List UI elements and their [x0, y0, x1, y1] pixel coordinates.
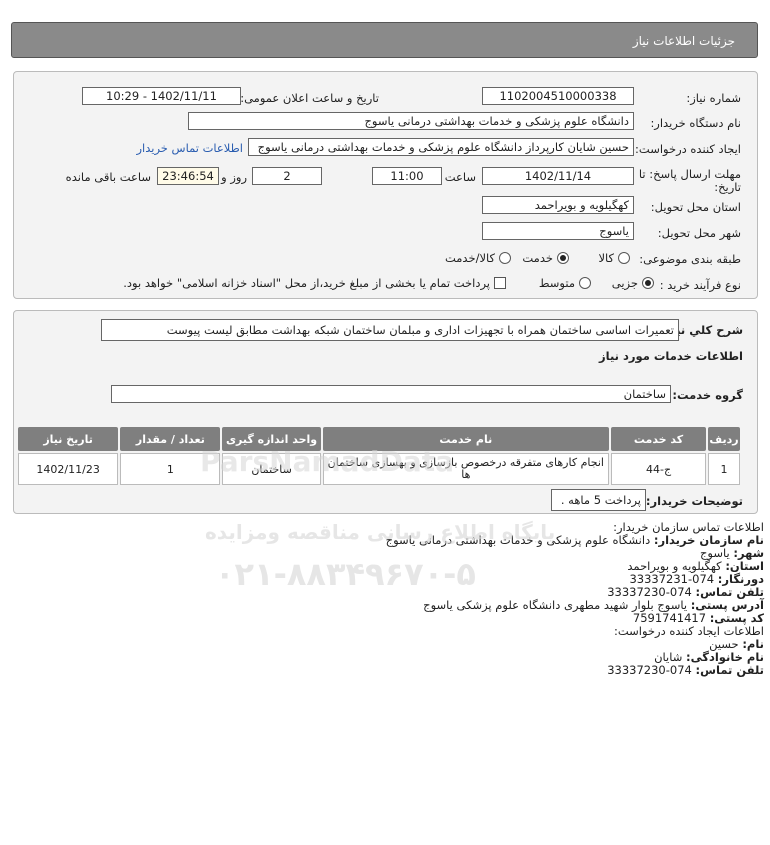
page-header: جزئیات اطلاعات نیاز [11, 22, 758, 58]
col-code: کد خدمت [610, 427, 707, 451]
announce-field: 1402/11/11 - 10:29 [82, 87, 241, 105]
payment-note: پرداخت تمام یا بخشی از مبلغ خرید،از محل … [123, 276, 490, 290]
category-option-goods-service: کالا/خدمت [444, 251, 495, 265]
need-number-label: شماره نیاز: [686, 91, 741, 105]
creator-label: ایجاد کننده درخواست: [635, 142, 741, 156]
deadline-time-field: 11:00 [372, 167, 442, 185]
deadline-date-label: تاریخ: [714, 180, 741, 194]
buyer-notes-label: توضیحات خریدار: [645, 494, 743, 508]
summary-field: تعمیرات اساسی ساختمان همراه با تجهیزات ا… [101, 319, 679, 341]
deadline-label: مهلت ارسال پاسخ: تا [638, 167, 741, 181]
watermark-phone: ۰۲۱-۸۸۳۴۹۶۷۰-۵ [215, 555, 476, 593]
category-radio-goods[interactable] [618, 252, 630, 264]
creator-phone: تلفن تماس: 074-33337230 [607, 663, 764, 677]
remaining-label: ساعت باقی مانده [65, 170, 151, 184]
need-number-field: 1102004510000338 [482, 87, 634, 105]
process-radio-medium[interactable] [579, 277, 591, 289]
service-group-label: گروه خدمت: [672, 388, 743, 402]
process-option-medium: متوسط [538, 276, 575, 290]
days-label: روز و [221, 170, 247, 184]
process-label: نوع فرآیند خرید : [659, 278, 741, 292]
cell-row: 1 [708, 453, 740, 485]
process-option-minor: جزیی [611, 276, 638, 290]
city-label: شهر محل تحویل: [657, 226, 741, 240]
buyer-org-field: دانشگاه علوم پزشکی و خدمات بهداشتی درمان… [188, 112, 634, 130]
category-radio-service[interactable] [557, 252, 569, 264]
province-field: کهگیلویه و بویراحمد [482, 196, 634, 214]
category-label: طبقه بندی موضوعی: [639, 252, 741, 266]
col-row: ردیف [708, 427, 740, 451]
col-date: تاریخ نیاز [18, 427, 119, 451]
buyer-org-label: نام دستگاه خریدار: [650, 116, 741, 130]
treasury-checkbox[interactable] [494, 277, 506, 289]
services-title: اطلاعات خدمات مورد نیاز [599, 349, 743, 363]
province-label: استان محل تحویل: [650, 200, 741, 214]
deadline-date-field: 1402/11/14 [482, 167, 634, 185]
city-field: یاسوج [482, 222, 634, 240]
cell-code: ج-44 [610, 453, 707, 485]
buyer-contact-link[interactable]: اطلاعات تماس خریدار [136, 141, 243, 155]
page-title: جزئیات اطلاعات نیاز [632, 34, 735, 48]
category-option-service: خدمت [522, 251, 553, 265]
category-radio-goods-service[interactable] [499, 252, 511, 264]
process-radio-minor[interactable] [642, 277, 654, 289]
creator-field: حسین شایان کارپرداز دانشگاه علوم پزشکی و… [248, 138, 634, 156]
watermark-title: پایگاه اطلاع رسانی مناقصه ومزایده [205, 520, 556, 544]
time-label: ساعت [444, 170, 476, 184]
watermark-brand: ParsNamadData [200, 445, 454, 478]
announce-label: تاریخ و ساعت اعلان عمومی: [240, 91, 379, 105]
buyer-notes-field: پرداخت 5 ماهه . [551, 489, 646, 511]
service-group-field: ساختمان [111, 385, 671, 403]
days-field: 2 [252, 167, 322, 185]
remaining-time-field: 23:46:54 [157, 167, 219, 185]
category-option-goods: کالا [598, 251, 614, 265]
cell-date: 1402/11/23 [18, 453, 119, 485]
need-info-panel: شماره نیاز: 1102004510000338 تاریخ و ساع… [13, 71, 758, 299]
